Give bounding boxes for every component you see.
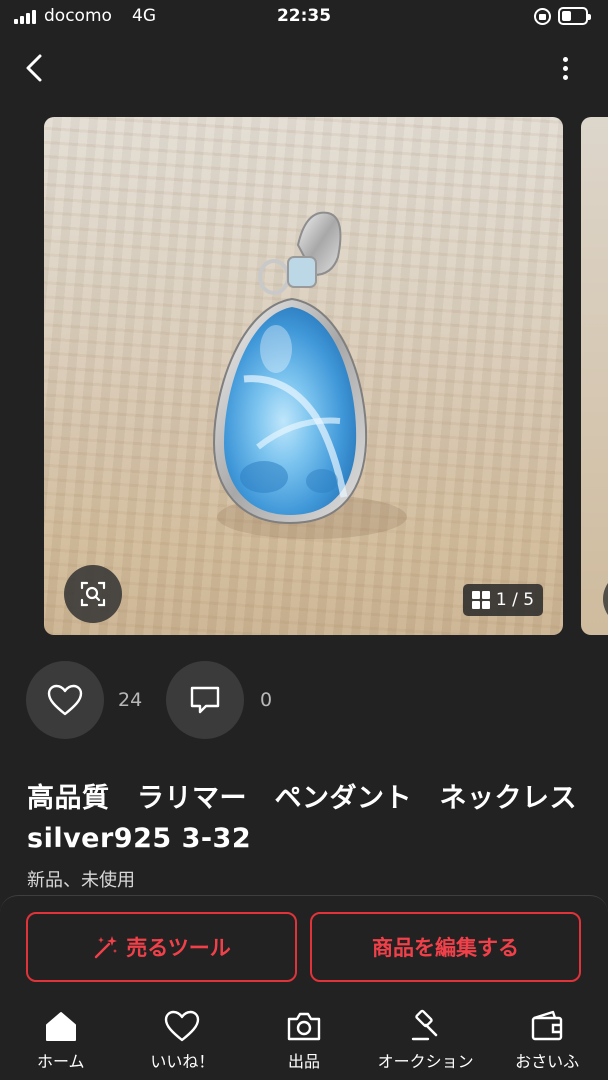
magic-wand-icon (95, 936, 118, 959)
tab-auction[interactable]: オークション (365, 1006, 487, 1080)
zoom-search-icon (80, 581, 106, 607)
tab-sell[interactable]: 出品 (243, 1006, 365, 1080)
gavel-icon (411, 1009, 437, 1041)
sell-tool-label: 売るツール (126, 936, 231, 960)
wallet-icon (531, 1010, 563, 1041)
rotation-lock-icon (534, 8, 551, 25)
chevron-left-icon (26, 54, 42, 82)
edit-item-button[interactable]: 商品を編集する (310, 912, 581, 982)
camera-icon (287, 1012, 321, 1041)
comment-icon (190, 686, 220, 714)
social-actions: 24 0 (26, 661, 272, 739)
photo-carousel[interactable]: 1 / 5 (0, 115, 608, 637)
tab-home-label: ホーム (37, 1052, 85, 1071)
item-condition: 新品、未使用 (27, 870, 135, 891)
like-button[interactable] (26, 661, 104, 739)
more-dot-icon (562, 74, 568, 80)
tab-home[interactable]: ホーム (0, 1006, 122, 1080)
battery-icon (558, 7, 591, 25)
home-icon (45, 1012, 76, 1041)
heart-icon (165, 1010, 200, 1042)
heart-outline-icon (47, 684, 83, 716)
back-button[interactable] (16, 48, 56, 88)
photo-counter[interactable]: 1 / 5 (463, 584, 543, 616)
tab-auction-label: オークション (377, 1052, 474, 1071)
item-photo[interactable]: 1 / 5 (44, 117, 563, 635)
tab-wallet-label: おさいふ (515, 1052, 580, 1071)
comment-button[interactable] (166, 661, 244, 739)
next-photo-preview[interactable] (581, 117, 608, 635)
tab-bar: ホーム いいね！ 出品 オークション おさいふ (0, 1006, 608, 1080)
sell-tool-button[interactable]: 売るツール (26, 912, 297, 982)
grid-icon (471, 591, 490, 609)
clock: 22:35 (276, 6, 332, 26)
pendant-image (212, 211, 407, 539)
more-dot-icon (562, 56, 568, 62)
like-count: 24 (118, 689, 143, 711)
more-options-button[interactable] (548, 48, 582, 88)
comment-count: 0 (260, 689, 273, 711)
edit-item-label: 商品を編集する (372, 936, 519, 960)
item-title: 高品質 ラリマー ペンダント ネックレス silver925 3-32 (27, 783, 605, 854)
next-photo-zoom-button (603, 571, 608, 627)
more-dot-icon (562, 65, 568, 71)
photo-counter-text: 1 / 5 (495, 590, 535, 610)
tab-wallet[interactable]: おさいふ (486, 1006, 608, 1080)
status-bar: docomo 4G 22:35 (0, 0, 608, 34)
tab-sell-label: 出品 (287, 1052, 320, 1071)
tab-likes[interactable]: いいね！ (122, 1006, 244, 1080)
zoom-button[interactable] (64, 565, 122, 623)
tab-likes-label: いいね！ (150, 1052, 215, 1071)
